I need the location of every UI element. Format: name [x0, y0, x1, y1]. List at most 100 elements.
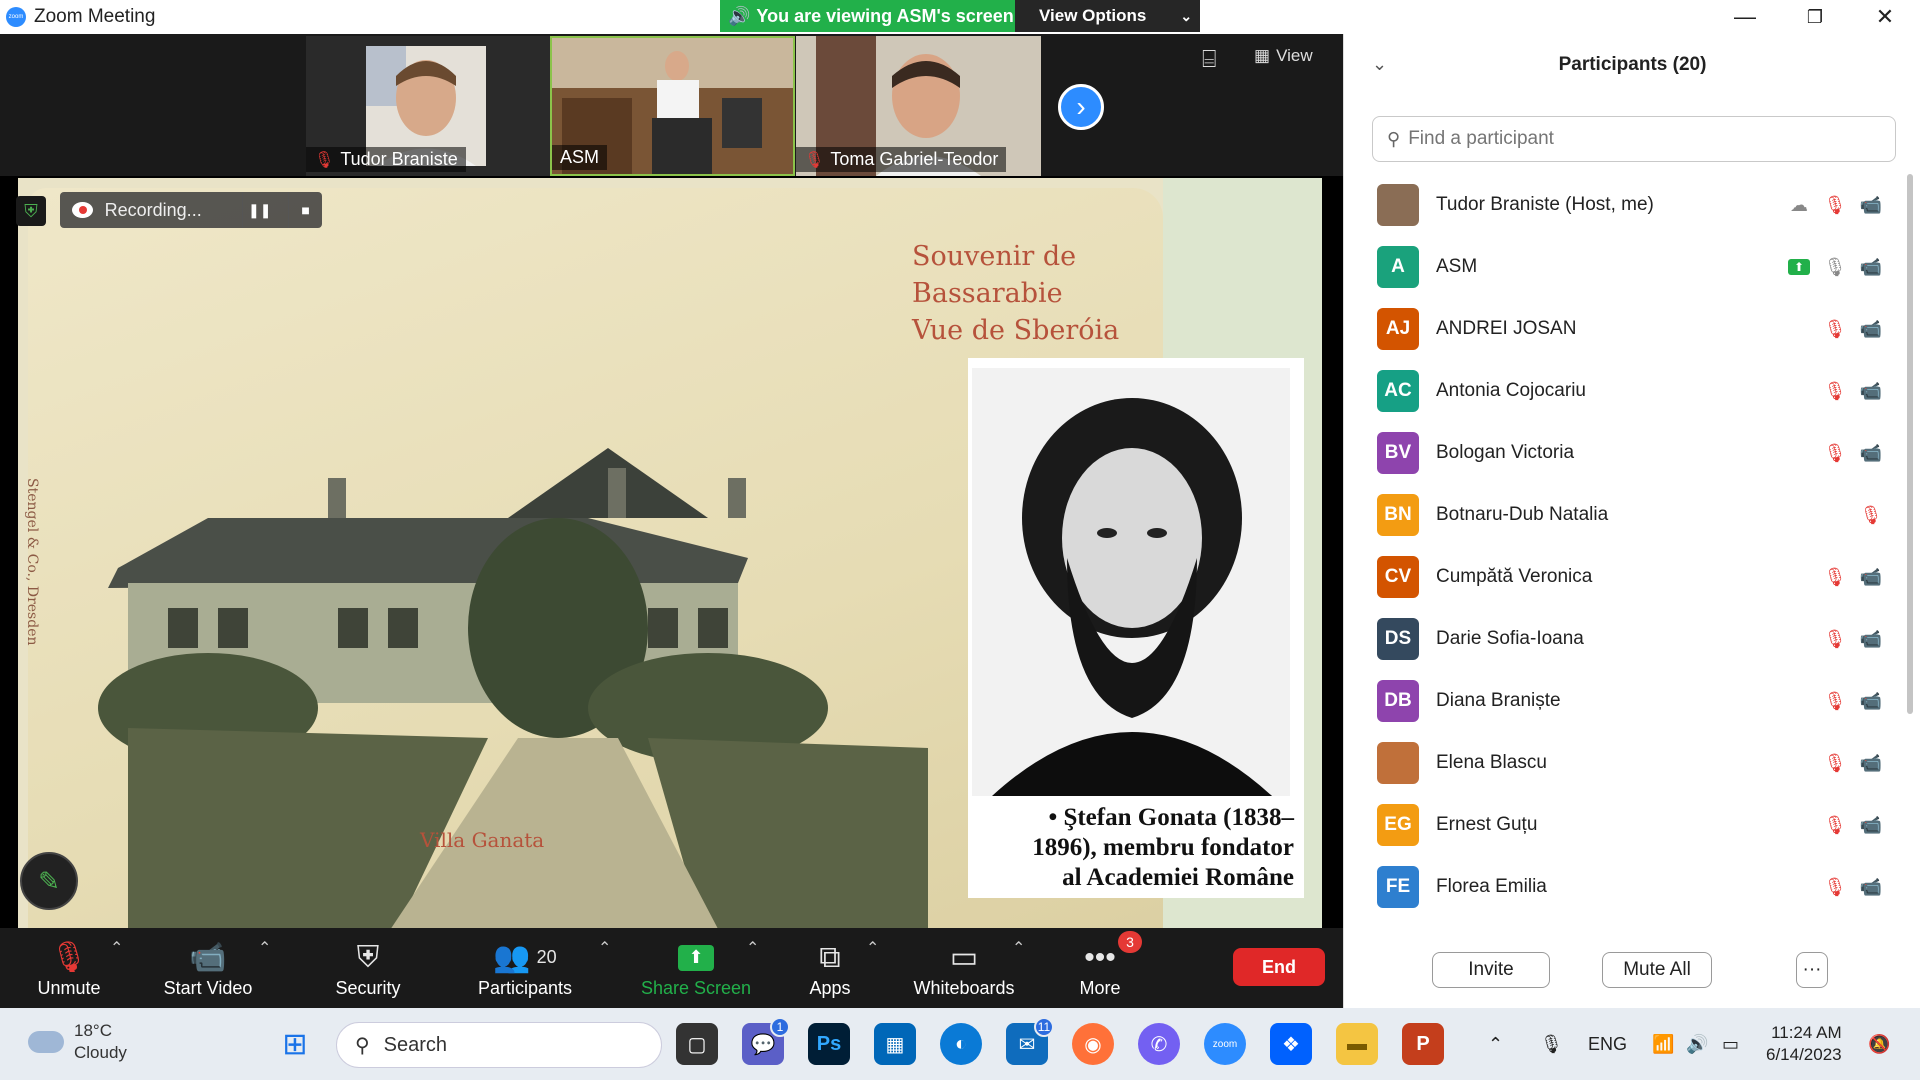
muted-mic-icon: 🎙: [49, 941, 89, 974]
participants-options-caret[interactable]: ⌃: [598, 938, 611, 958]
participant-row[interactable]: DB Diana Braniște 🎙 📹: [1344, 670, 1904, 732]
annotate-button[interactable]: ✎: [20, 852, 78, 910]
taskbar-app-files[interactable]: ▢: [676, 1023, 718, 1065]
view-options-button[interactable]: View Options ⌄: [1015, 0, 1200, 32]
taskbar-app-explorer[interactable]: ▬: [1336, 1023, 1378, 1065]
participant-row[interactable]: BV Bologan Victoria 🎙 📹: [1344, 422, 1904, 484]
muted-mic-icon[interactable]: 🎙: [1824, 628, 1847, 650]
participant-row[interactable]: EG Ernest Guțu 🎙 📹: [1344, 794, 1904, 856]
video-tile-tudor[interactable]: 🎙 Tudor Braniste: [306, 36, 551, 176]
invite-button[interactable]: Invite: [1432, 952, 1550, 988]
zoom-app-icon: zoom: [6, 7, 26, 27]
taskbar-app-powerpoint[interactable]: P: [1402, 1023, 1444, 1065]
end-meeting-button[interactable]: End: [1233, 948, 1325, 986]
mute-all-button[interactable]: Mute All: [1602, 952, 1712, 988]
close-button[interactable]: ✕: [1850, 0, 1920, 34]
share-options-caret[interactable]: ⌃: [746, 938, 759, 958]
next-page-button[interactable]: ›: [1058, 84, 1104, 130]
video-tile-toma[interactable]: 🎙 Toma Gabriel-Teodor: [796, 36, 1041, 176]
video-icon[interactable]: 📹: [1860, 256, 1882, 278]
muted-mic-icon[interactable]: 🎙: [1824, 442, 1847, 464]
security-button[interactable]: ⛨ Security: [320, 928, 416, 1008]
minimize-icon: —: [1734, 4, 1756, 29]
hide-self-button[interactable]: ⌸: [1202, 46, 1216, 74]
start-button[interactable]: ⊞: [274, 1023, 316, 1065]
participant-row[interactable]: AC Antonia Cojocariu 🎙 📹: [1344, 360, 1904, 422]
taskbar-app-zoom[interactable]: zoom: [1204, 1023, 1246, 1065]
mic-icon[interactable]: 🎙: [1824, 256, 1847, 278]
participants-button[interactable]: 👥 20 Participants: [466, 928, 584, 1008]
audio-options-caret[interactable]: ⌃: [110, 938, 123, 958]
pause-recording-button[interactable]: ❚❚: [242, 192, 276, 228]
video-off-icon[interactable]: 📹: [1860, 442, 1882, 464]
taskbar-app-edge[interactable]: ◐: [940, 1023, 982, 1065]
participant-row[interactable]: AJ ANDREI JOSAN 🎙 📹: [1344, 298, 1904, 360]
taskbar-app-photoshop[interactable]: Ps: [808, 1023, 850, 1065]
minimize-button[interactable]: —: [1710, 0, 1780, 34]
battery-tray-icon[interactable]: ▭: [1722, 1008, 1739, 1080]
view-button[interactable]: ▦ View: [1254, 46, 1313, 66]
taskbar-app-dropbox[interactable]: ❖: [1270, 1023, 1312, 1065]
taskbar-app-mail[interactable]: ✉ 11: [1006, 1017, 1054, 1065]
whiteboards-button[interactable]: ▭ Whiteboards: [906, 928, 1022, 1008]
participant-row[interactable]: DS Darie Sofia-Ioana 🎙 📹: [1344, 608, 1904, 670]
taskbar-app-teams[interactable]: 💬 1: [742, 1017, 790, 1065]
video-off-icon[interactable]: 📹: [1860, 194, 1882, 216]
muted-mic-icon[interactable]: 🎙: [1824, 380, 1847, 402]
apps-label: Apps: [809, 977, 851, 998]
video-off-icon[interactable]: 📹: [1860, 318, 1882, 340]
muted-mic-icon[interactable]: 🎙: [1824, 814, 1847, 836]
tray-overflow-button[interactable]: ⌃: [1488, 1008, 1503, 1080]
muted-mic-icon[interactable]: 🎙: [1860, 504, 1883, 526]
stop-recording-button[interactable]: ■: [288, 192, 322, 228]
unmute-button[interactable]: 🎙 Unmute: [24, 928, 114, 1008]
muted-mic-icon[interactable]: 🎙: [1824, 566, 1847, 588]
weather-widget[interactable]: 18°C Cloudy: [28, 1020, 127, 1064]
video-tile-asm[interactable]: ASM: [550, 36, 795, 176]
maximize-button[interactable]: ❐: [1780, 0, 1850, 34]
video-options-caret[interactable]: ⌃: [258, 938, 271, 958]
video-off-icon[interactable]: 📹: [1860, 814, 1882, 836]
participant-search[interactable]: ⚲: [1372, 116, 1896, 162]
taskbar-search[interactable]: ⚲ Search: [336, 1022, 662, 1068]
wifi-tray-icon[interactable]: 📶: [1652, 1008, 1674, 1080]
muted-mic-icon[interactable]: 🎙: [1824, 690, 1847, 712]
search-input[interactable]: [1408, 128, 1869, 150]
clock[interactable]: 11:24 AM 6/14/2023: [1766, 1022, 1842, 1066]
video-off-icon[interactable]: 📹: [1860, 690, 1882, 712]
participant-list-scrollbar[interactable]: [1907, 174, 1913, 714]
participant-row[interactable]: Tudor Braniste (Host, me) ☁ 🎙 📹: [1344, 174, 1904, 236]
apps-options-caret[interactable]: ⌃: [866, 938, 879, 958]
participant-row[interactable]: CV Cumpătă Veronica 🎙 📹: [1344, 546, 1904, 608]
taskbar-app-store[interactable]: ▦: [874, 1023, 916, 1065]
share-screen-button[interactable]: ⬆ Share Screen: [636, 928, 756, 1008]
encryption-shield-icon[interactable]: ⛨: [16, 196, 46, 226]
video-off-icon[interactable]: 📹: [1860, 566, 1882, 588]
notifications-button[interactable]: 🔕: [1868, 1008, 1890, 1080]
participant-row[interactable]: FE Florea Emilia 🎙 📹: [1344, 856, 1904, 918]
microphone-tray-icon[interactable]: 🎙: [1540, 1008, 1563, 1080]
more-options-button[interactable]: ···: [1796, 952, 1828, 988]
grid-icon: ▦: [1254, 46, 1271, 65]
video-off-icon[interactable]: 📹: [1860, 752, 1882, 774]
language-indicator[interactable]: ENG: [1588, 1008, 1627, 1080]
muted-mic-icon[interactable]: 🎙: [1824, 876, 1847, 898]
volume-tray-icon[interactable]: 🔊: [1686, 1008, 1708, 1080]
apps-button[interactable]: ⧉ Apps: [790, 928, 870, 1008]
video-off-icon[interactable]: 📹: [1860, 628, 1882, 650]
participant-status: 🎙 📹: [1824, 628, 1883, 650]
muted-mic-icon[interactable]: 🎙: [1824, 318, 1847, 340]
whiteboards-options-caret[interactable]: ⌃: [1012, 938, 1025, 958]
participant-row[interactable]: BN Botnaru-Dub Natalia 🎙: [1344, 484, 1904, 546]
taskbar-app-firefox[interactable]: ◉: [1072, 1023, 1114, 1065]
postcard-title: Souvenir de Bassarabie Vue de Sberóia: [912, 238, 1119, 349]
participant-row[interactable]: A ASM ⬆ 🎙 📹: [1344, 236, 1904, 298]
muted-mic-icon[interactable]: 🎙: [1824, 752, 1847, 774]
muted-mic-icon: 🎙: [314, 151, 335, 169]
video-off-icon[interactable]: 📹: [1860, 876, 1882, 898]
video-off-icon[interactable]: 📹: [1860, 380, 1882, 402]
start-video-button[interactable]: 📹 Start Video: [150, 928, 266, 1008]
muted-mic-icon[interactable]: 🎙: [1824, 194, 1847, 216]
participant-row[interactable]: Elena Blascu 🎙 📹: [1344, 732, 1904, 794]
taskbar-app-viber[interactable]: ✆: [1138, 1023, 1180, 1065]
